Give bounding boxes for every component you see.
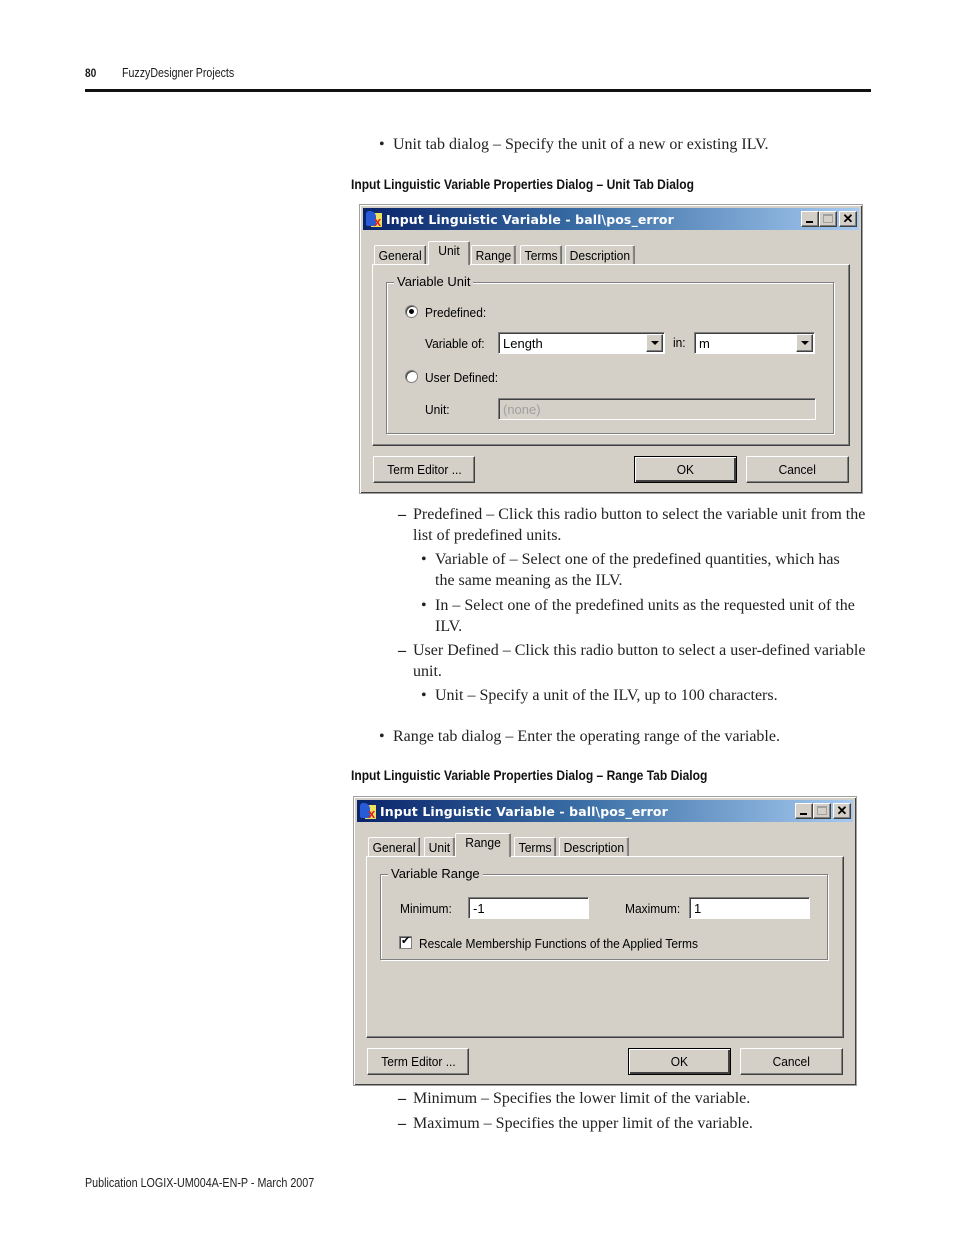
tab-terms[interactable]: Terms (519, 245, 562, 265)
maximize-button[interactable] (813, 803, 831, 819)
tab-description[interactable]: Description (559, 837, 629, 857)
close-button[interactable]: ✕ (833, 803, 851, 819)
rescale-label: Rescale Membership Functions of the Appl… (419, 936, 698, 951)
maximize-button[interactable] (819, 211, 837, 227)
range-dialog-window: x Input Linguistic Variable - ball\pos_e… (353, 796, 857, 1086)
rescale-checkbox[interactable] (399, 934, 412, 949)
tab-general[interactable]: General (374, 245, 427, 265)
minimize-button[interactable] (795, 803, 813, 819)
range-dialog-title: Input Linguistic Variable - ball\pos_err… (380, 803, 668, 819)
cancel-button[interactable]: Cancel (740, 1048, 843, 1075)
tab-general[interactable]: General (368, 837, 421, 857)
minimize-button[interactable] (801, 211, 819, 227)
minimum-input[interactable]: -1 (468, 897, 589, 919)
user-defined-label: User Defined: (425, 370, 499, 385)
variable-of-select[interactable]: Length (498, 332, 665, 354)
variable-unit-group: Variable Unit Predefined: Variable of: L… (386, 274, 834, 434)
user-defined-radio[interactable] (405, 370, 418, 383)
unit-input[interactable]: (none) (498, 398, 816, 420)
unit-dialog-window: x Input Linguistic Variable - ball\pos_e… (359, 204, 863, 494)
note-predefined: Predefined – Click this radio button to … (398, 505, 873, 546)
range-dialog-tabs: General Unit Range Terms Description (368, 833, 634, 857)
variable-range-group-label: Variable Range (388, 866, 483, 881)
tab-range[interactable]: Range (455, 833, 512, 857)
unit-tab-panel: Variable Unit Predefined: Variable of: L… (372, 264, 850, 446)
maximize-icon (817, 806, 827, 815)
unit-dialog-titlebar[interactable]: x Input Linguistic Variable - ball\pos_e… (363, 208, 859, 230)
publication-footer: Publication LOGIX-UM004A-EN-P - March 20… (85, 1176, 315, 1190)
term-editor-button[interactable]: Term Editor ... (367, 1048, 469, 1075)
range-dialog-titlebar[interactable]: x Input Linguistic Variable - ball\pos_e… (357, 800, 853, 822)
minimize-icon (800, 813, 807, 815)
chevron-down-icon[interactable] (646, 334, 663, 352)
page-number: 80 (85, 66, 97, 80)
note-maximum: Maximum – Specifies the upper limit of t… (398, 1114, 873, 1135)
tab-range[interactable]: Range (471, 245, 517, 265)
chevron-down-icon[interactable] (796, 334, 813, 352)
unit-dialog-title: Input Linguistic Variable - ball\pos_err… (386, 211, 674, 227)
variable-range-group: Variable Range Minimum: -1 Maximum: 1 Re… (380, 866, 828, 960)
variable-of-label: Variable of: (425, 336, 485, 351)
term-editor-button[interactable]: Term Editor ... (373, 456, 475, 483)
caption-unit-dialog: Input Linguistic Variable Properties Dia… (351, 176, 694, 192)
note-minimum: Minimum – Specifies the lower limit of t… (398, 1089, 873, 1110)
close-button[interactable]: ✕ (839, 211, 857, 227)
range-tab-panel: Variable Range Minimum: -1 Maximum: 1 Re… (366, 856, 844, 1038)
tab-unit[interactable]: Unit (428, 241, 471, 265)
fuzzy-app-icon: x (365, 210, 383, 228)
intro-range-bullet: Range tab dialog – Enter the operating r… (379, 727, 873, 748)
in-label: in: (673, 335, 686, 350)
close-icon: ✕ (842, 211, 854, 226)
unit-dialog-tabs: General Unit Range Terms Description (374, 241, 640, 265)
note-in: In – Select one of the predefined units … (421, 596, 855, 637)
minimum-label: Minimum: (400, 901, 452, 916)
note-user-defined: User Defined – Click this radio button t… (398, 641, 873, 682)
close-icon: ✕ (836, 803, 848, 818)
header-rule (85, 89, 871, 92)
tab-terms[interactable]: Terms (513, 837, 556, 857)
variable-unit-group-label: Variable Unit (394, 274, 474, 289)
minimize-icon (806, 221, 813, 223)
tab-description[interactable]: Description (565, 245, 635, 265)
note-unit: Unit – Specify a unit of the ILV, up to … (421, 686, 855, 707)
maximum-label: Maximum: (625, 901, 681, 916)
maximum-input[interactable]: 1 (689, 897, 810, 919)
caption-range-dialog: Input Linguistic Variable Properties Dia… (351, 767, 708, 783)
section-title: FuzzyDesigner Projects (122, 66, 235, 80)
cancel-button[interactable]: Cancel (746, 456, 849, 483)
maximize-icon (823, 214, 833, 223)
ok-button[interactable]: OK (628, 1048, 731, 1075)
fuzzy-app-icon: x (359, 802, 377, 820)
in-unit-select[interactable]: m (694, 332, 815, 354)
predefined-radio[interactable] (405, 305, 418, 318)
predefined-label: Predefined: (425, 305, 487, 320)
tab-unit[interactable]: Unit (424, 837, 456, 857)
note-variable-of: Variable of – Select one of the predefin… (421, 550, 855, 591)
ok-button[interactable]: OK (634, 456, 737, 483)
intro-unit-bullet: Unit tab dialog – Specify the unit of a … (379, 135, 873, 156)
unit-label: Unit: (425, 402, 450, 417)
